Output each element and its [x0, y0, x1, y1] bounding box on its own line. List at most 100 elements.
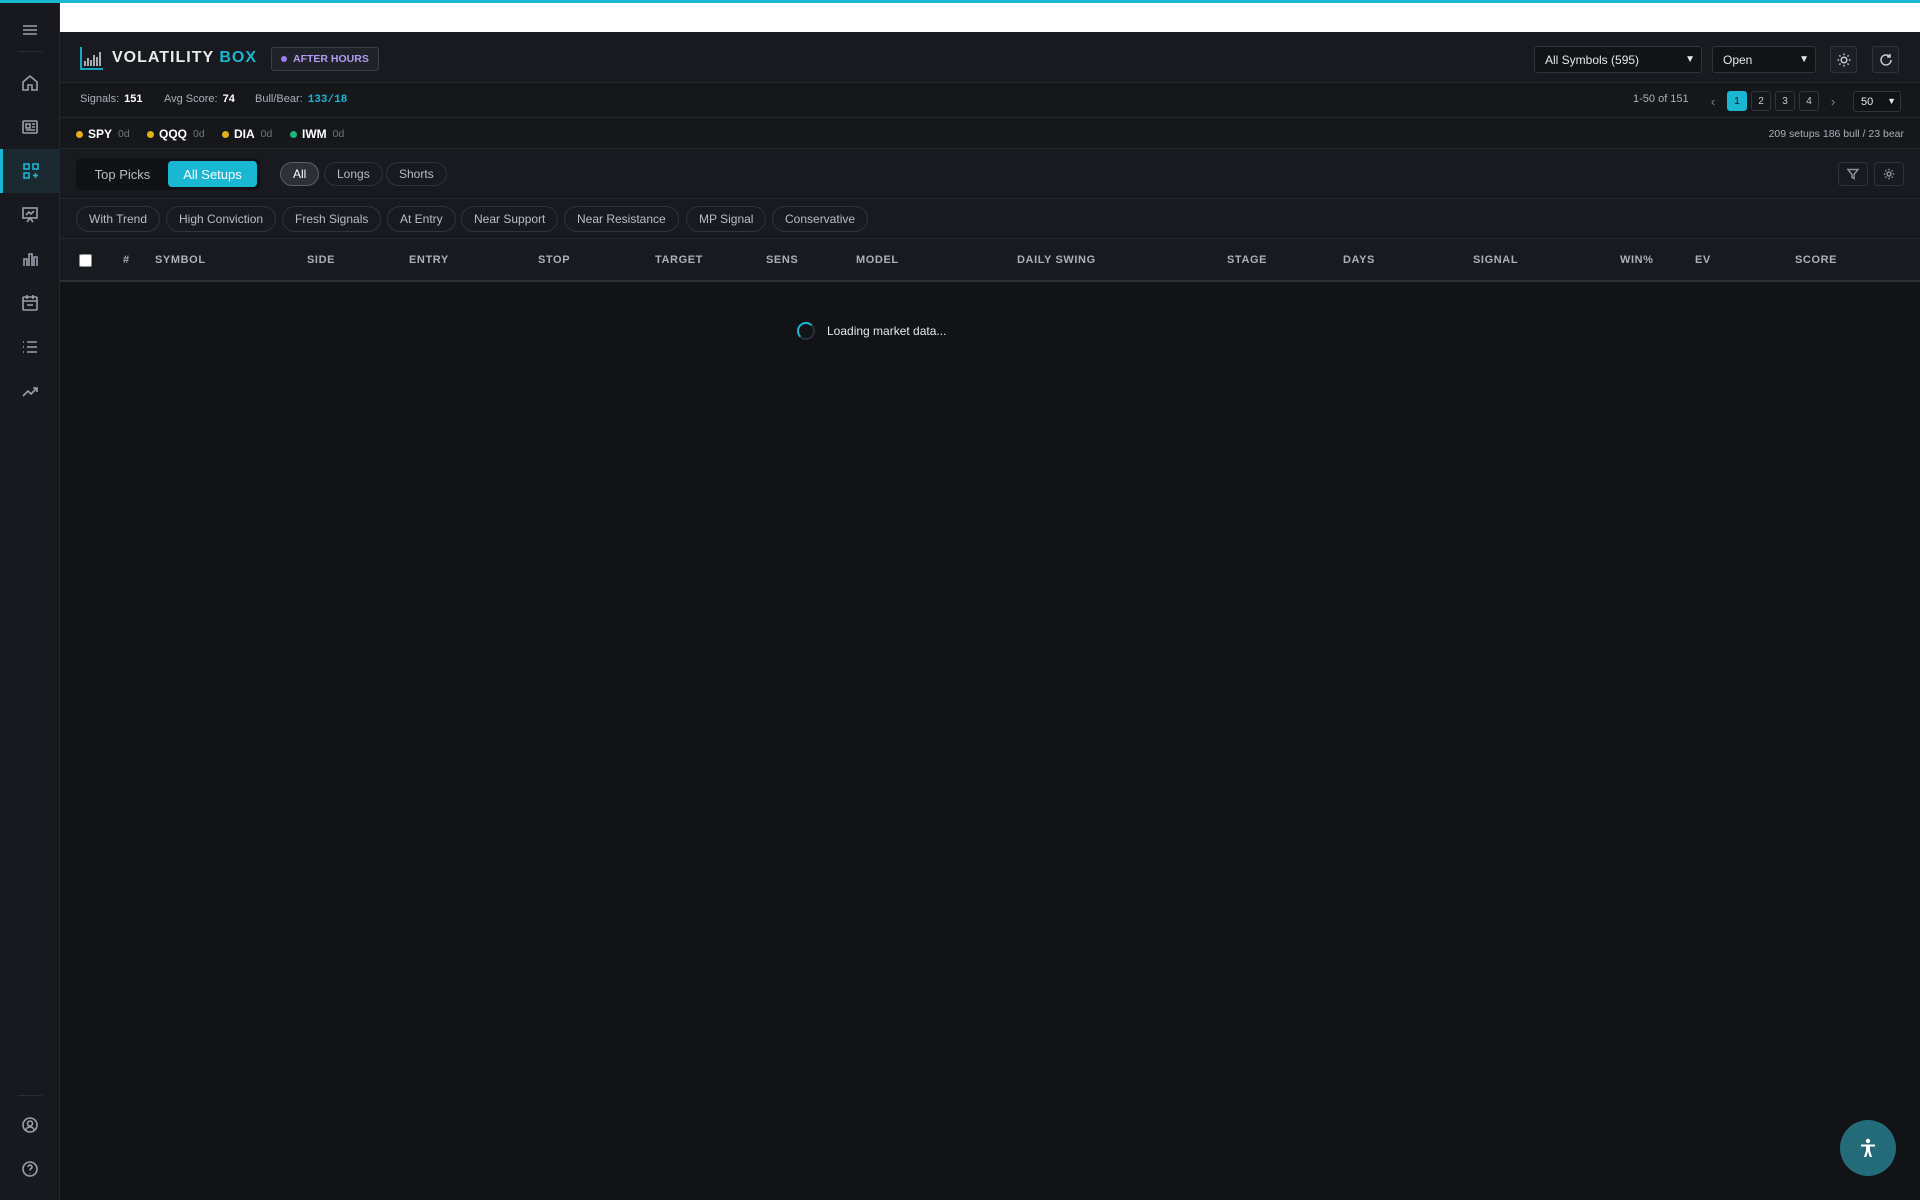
sidebar-item-presentation[interactable] [0, 193, 59, 237]
page-button-2[interactable]: 2 [1751, 91, 1771, 111]
page-button-3[interactable]: 3 [1775, 91, 1795, 111]
chevron-right-icon: › [1830, 93, 1836, 109]
spinner-icon [797, 322, 815, 340]
column-header-side[interactable]: SIDE [307, 254, 335, 266]
index-item-iwm[interactable]: IWM 0d [290, 127, 344, 141]
sidebar-item-charts[interactable] [0, 237, 59, 281]
symbols-select[interactable]: All Symbols (595) ▼ [1534, 46, 1702, 73]
sidebar-item-calendar[interactable] [0, 281, 59, 325]
sidebar-item-home[interactable] [0, 61, 59, 105]
avg-score-stat: Avg Score: 74 [164, 93, 235, 105]
symbols-select-value: All Symbols (595) [1545, 52, 1640, 67]
column-header-win-pct[interactable]: WIN% [1620, 254, 1654, 266]
index-ticker-bar: SPY 0d QQQ 0d DIA 0d IWM 0d 209 setups 1… [60, 118, 1920, 149]
preset-near-resistance[interactable]: Near Resistance [564, 206, 679, 232]
status-dot [281, 56, 287, 62]
menu-icon [22, 25, 37, 35]
per-page-value: 50 [1861, 95, 1874, 108]
index-change: 0d [118, 128, 130, 140]
page-number: 4 [1806, 95, 1812, 107]
column-header-daily-swing[interactable]: DAILY SWING [1017, 254, 1096, 266]
filter-button[interactable] [1838, 162, 1868, 186]
settings-button[interactable] [1874, 162, 1904, 186]
tab-all-setups[interactable]: All Setups [168, 161, 257, 187]
trending-up-icon [21, 387, 38, 397]
preset-near-support[interactable]: Near Support [461, 206, 559, 232]
column-header-entry[interactable]: ENTRY [409, 254, 449, 266]
setups-summary: 209 setups 186 bull / 23 bear [1768, 128, 1904, 140]
column-header-target[interactable]: TARGET [655, 254, 703, 266]
per-page-select[interactable]: 50 ▼ [1853, 91, 1901, 112]
index-symbol: SPY [88, 127, 113, 141]
column-header-signal[interactable]: SIGNAL [1473, 254, 1518, 266]
column-header-score[interactable]: SCORE [1795, 254, 1837, 266]
status-dot [222, 130, 229, 138]
column-header-ev[interactable]: EV [1695, 254, 1711, 266]
sidebar-divider [18, 51, 42, 52]
accessibility-button[interactable] [1840, 1120, 1896, 1176]
bull-bear-stat: Bull/Bear: 133/18 [255, 93, 347, 106]
index-symbol: IWM [302, 127, 327, 141]
sidebar-divider [18, 1095, 42, 1096]
page-number: 1 [1734, 95, 1740, 107]
view-segmented-control: Top Picks All Setups [76, 158, 260, 190]
home-icon [21, 74, 38, 91]
column-header-stop[interactable]: STOP [538, 254, 570, 266]
index-item-dia[interactable]: DIA 0d [222, 127, 272, 141]
logo-word-volatility: VOLATILITY [112, 49, 214, 66]
index-symbol: DIA [234, 127, 255, 141]
preset-fresh-signals[interactable]: Fresh Signals [282, 206, 382, 232]
signals-value: 151 [124, 93, 143, 105]
filter-shorts[interactable]: Shorts [386, 162, 447, 186]
sun-icon [1837, 53, 1850, 66]
avg-score-value: 74 [222, 93, 235, 105]
calendar-icon [21, 295, 38, 311]
column-header-stage[interactable]: STAGE [1227, 254, 1267, 266]
column-header-model[interactable]: MODEL [856, 254, 899, 266]
filter-longs[interactable]: Longs [324, 162, 383, 186]
logo-word-box: BOX [219, 49, 257, 66]
page-button-4[interactable]: 4 [1799, 91, 1819, 111]
refresh-icon [1879, 53, 1892, 66]
preset-filters-bar: With Trend High Conviction Fresh Signals… [60, 199, 1920, 239]
column-header-sens[interactable]: SENS [766, 254, 798, 266]
app-header: VOLATILITY BOX AFTER HOURS All Symbols (… [60, 32, 1920, 83]
theme-toggle-button[interactable] [1830, 46, 1857, 73]
refresh-button[interactable] [1872, 46, 1899, 73]
chevron-down-icon: ▼ [1799, 54, 1809, 65]
next-page-button[interactable]: › [1823, 91, 1843, 111]
preset-with-trend[interactable]: With Trend [76, 206, 161, 232]
select-all-checkbox[interactable] [79, 254, 92, 267]
gear-icon [1883, 168, 1895, 180]
preset-at-entry[interactable]: At Entry [387, 206, 456, 232]
signals-label: Signals: [80, 93, 120, 105]
column-header-symbol[interactable]: SYMBOL [155, 254, 206, 266]
sidebar-item-scanner[interactable] [0, 149, 59, 193]
index-item-spy[interactable]: SPY 0d [76, 127, 130, 141]
menu-toggle-button[interactable] [0, 8, 59, 52]
list-icon [22, 341, 37, 353]
page-button-1[interactable]: 1 [1727, 91, 1747, 111]
scanner-icon [23, 163, 39, 179]
index-item-qqq[interactable]: QQQ 0d [147, 127, 205, 141]
preset-conservative[interactable]: Conservative [772, 206, 869, 232]
tab-top-picks[interactable]: Top Picks [79, 161, 166, 187]
filter-all[interactable]: All [280, 162, 320, 186]
sidebar-item-news[interactable] [0, 105, 59, 149]
status-select[interactable]: Open ▼ [1712, 46, 1816, 73]
preset-mp-signal[interactable]: MP Signal [686, 206, 767, 232]
avg-score-label: Avg Score: [164, 93, 218, 105]
column-header-days[interactable]: DAYS [1343, 254, 1375, 266]
prev-page-button[interactable]: ‹ [1703, 91, 1723, 111]
loading-indicator: Loading market data... [797, 322, 946, 340]
sidebar-item-account[interactable] [0, 1103, 59, 1147]
presentation-chart-icon [21, 207, 38, 223]
sidebar-item-help[interactable] [0, 1147, 59, 1191]
index-symbol: QQQ [159, 127, 188, 141]
column-header-index[interactable]: # [123, 254, 130, 266]
preset-high-conviction[interactable]: High Conviction [166, 206, 277, 232]
sidebar-item-list[interactable] [0, 325, 59, 369]
app-logo[interactable]: VOLATILITY BOX [80, 46, 257, 70]
sidebar-item-performance[interactable] [0, 369, 59, 413]
filter-icon [1847, 168, 1859, 180]
